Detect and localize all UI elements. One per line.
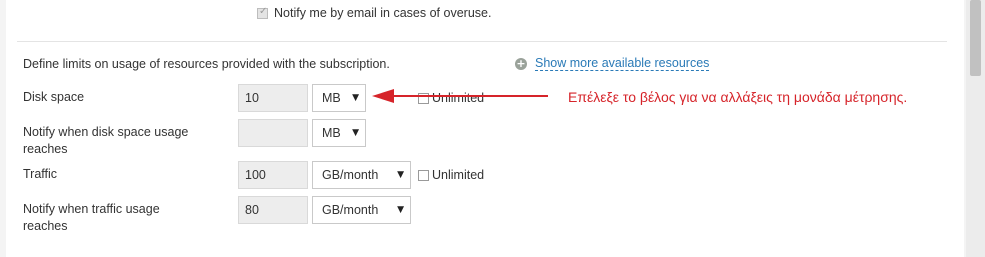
disk-notify-input[interactable]: [238, 119, 308, 147]
annotation-text: Επέλεξε το βέλος για να αλλάξεις τη μονά…: [568, 89, 908, 105]
disk-space-label: Disk space: [23, 90, 85, 104]
disk-notify-unit-select[interactable]: MB ▼: [312, 119, 366, 147]
triangle-down-icon: ▼: [352, 128, 359, 138]
disk-space-unit-value: MB: [322, 91, 341, 105]
traffic-unit-select[interactable]: GB/month ▼: [312, 161, 411, 189]
vertical-scrollbar[interactable]: [966, 0, 985, 257]
disk-notify-label: Notify when disk space usage reaches: [23, 125, 189, 156]
traffic-unit-value: GB/month: [322, 168, 379, 182]
traffic-label: Traffic: [23, 167, 58, 181]
notify-overuse-label: Notify me by email in cases of overuse.: [274, 6, 492, 20]
triangle-down-icon: ▼: [352, 93, 359, 103]
scrollbar-thumb[interactable]: [970, 0, 981, 76]
disk-space-unit-select[interactable]: MB ▼: [312, 84, 366, 112]
traffic-notify-input[interactable]: 80: [238, 196, 308, 224]
triangle-down-icon: ▼: [397, 170, 404, 180]
traffic-input[interactable]: 100: [238, 161, 308, 189]
traffic-notify-label: Notify when traffic usage reaches: [23, 202, 160, 233]
triangle-down-icon: ▼: [397, 205, 404, 215]
disk-space-input[interactable]: 10: [238, 84, 308, 112]
traffic-unlimited-checkbox[interactable]: [418, 170, 429, 181]
traffic-unlimited-label: Unlimited: [432, 168, 485, 182]
traffic-notify-unit-value: GB/month: [322, 203, 379, 217]
section-divider: [17, 41, 947, 42]
notify-overuse-checkbox[interactable]: [257, 6, 268, 19]
plus-circle-icon[interactable]: +: [515, 58, 527, 70]
traffic-notify-unit-select[interactable]: GB/month ▼: [312, 196, 411, 224]
disk-notify-unit-value: MB: [322, 126, 341, 140]
red-left-arrow-icon: [372, 89, 548, 103]
show-more-resources-link[interactable]: Show more available resources: [535, 56, 710, 71]
section-description: Define limits on usage of resources prov…: [23, 57, 390, 71]
